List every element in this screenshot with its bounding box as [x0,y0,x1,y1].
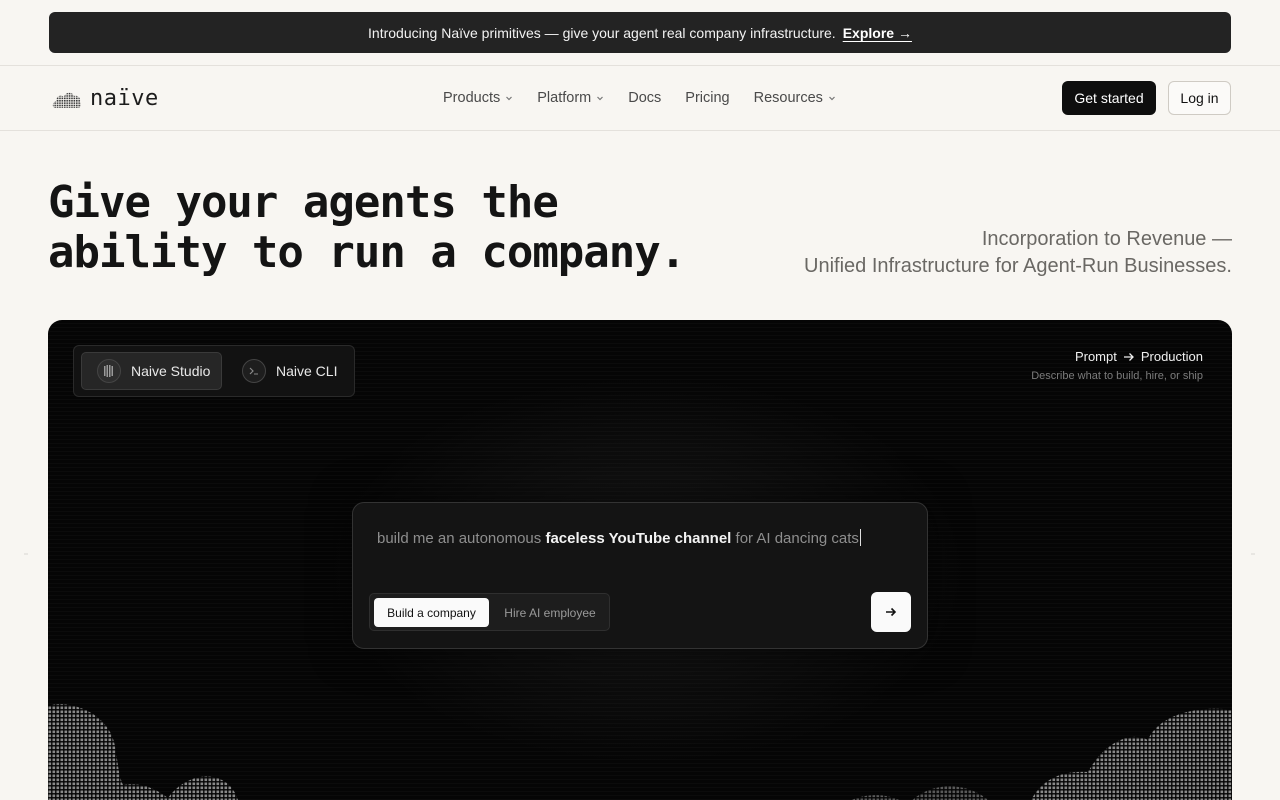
production-label: Production [1140,349,1203,364]
text-caret [859,529,861,546]
nav-platform-label: Platform [537,90,592,106]
top-navigation: naïve Products Platform Docs Pricing Res… [0,66,1280,131]
prompt-input-box[interactable]: build me an autonomous faceless YouTube … [352,502,928,649]
cloud-logo-icon [52,92,82,108]
mode-toggle: Build a company Hire AI employee [369,593,610,631]
logo[interactable]: naïve [52,86,159,111]
terminal-icon [242,359,266,383]
tab-naive-studio-label: Naive Studio [131,363,211,379]
nav-resources[interactable]: Resources [754,90,836,106]
arrow-right-icon [1123,352,1134,361]
studio-panel: Naive Studio Naive CLI Prompt Production… [48,320,1232,800]
product-tab-group: Naive Studio Naive CLI [73,345,355,397]
prompt-to-production: Prompt Production Describe what to build… [1031,349,1203,382]
prompt-input[interactable]: build me an autonomous faceless YouTube … [377,529,861,547]
chevron-down-icon [597,96,604,101]
tab-naive-cli[interactable]: Naive CLI [234,352,346,390]
nav-pricing-label: Pricing [685,90,730,106]
hero-title: Give your agents the ability to run a co… [48,178,688,278]
hero-title-line1: Give your agents the [48,177,559,228]
nav-links: Products Platform Docs Pricing Resources [443,66,860,130]
announcement-text: Introducing Naïve primitives — give your… [368,24,836,41]
studio-grid-icon [97,359,121,383]
mode-build-company[interactable]: Build a company [374,598,489,627]
prompt-text-pre: build me an autonomous [377,530,546,547]
nav-docs-label: Docs [628,90,662,106]
nav-docs[interactable]: Docs [628,90,661,106]
tab-naive-cli-label: Naive CLI [276,363,338,379]
prompt-text-highlight: faceless YouTube channel [545,530,732,547]
nav-products-label: Products [443,90,501,106]
logo-wordmark: naïve [90,86,159,111]
prompt-label: Prompt [1074,349,1117,364]
nav-platform[interactable]: Platform [537,90,604,106]
edge-marker [24,553,28,555]
prompt-text-post: for AI dancing cats [731,530,859,547]
nav-pricing[interactable]: Pricing [685,90,729,106]
login-button[interactable]: Log in [1168,81,1231,115]
tab-naive-studio[interactable]: Naive Studio [81,352,222,390]
announcement-bar-wrapper: Introducing Naïve primitives — give your… [0,0,1280,66]
explore-link[interactable]: Explore → [843,25,912,41]
arrow-right-icon [886,607,897,617]
prompt-description: Describe what to build, hire, or ship [1031,370,1203,382]
announcement-bar: Introducing Naïve primitives — give your… [49,12,1231,53]
hero-subtitle: Incorporation to Revenue — Unified Infra… [804,226,1232,280]
hero-subtitle-line2: Unified Infrastructure for Agent-Run Bus… [804,255,1232,277]
hero-title-line2: ability to run a company. [48,227,686,278]
chevron-down-icon [506,96,513,101]
pixel-cloud-decoration [48,704,1232,800]
submit-button[interactable] [871,592,911,632]
nav-products[interactable]: Products [443,90,513,106]
mode-hire-ai-employee[interactable]: Hire AI employee [494,598,606,627]
get-started-button[interactable]: Get started [1062,81,1156,115]
chevron-down-icon [828,96,835,101]
edge-marker [1251,553,1255,555]
hero-subtitle-line1: Incorporation to Revenue — [981,228,1232,250]
nav-resources-label: Resources [753,90,823,106]
